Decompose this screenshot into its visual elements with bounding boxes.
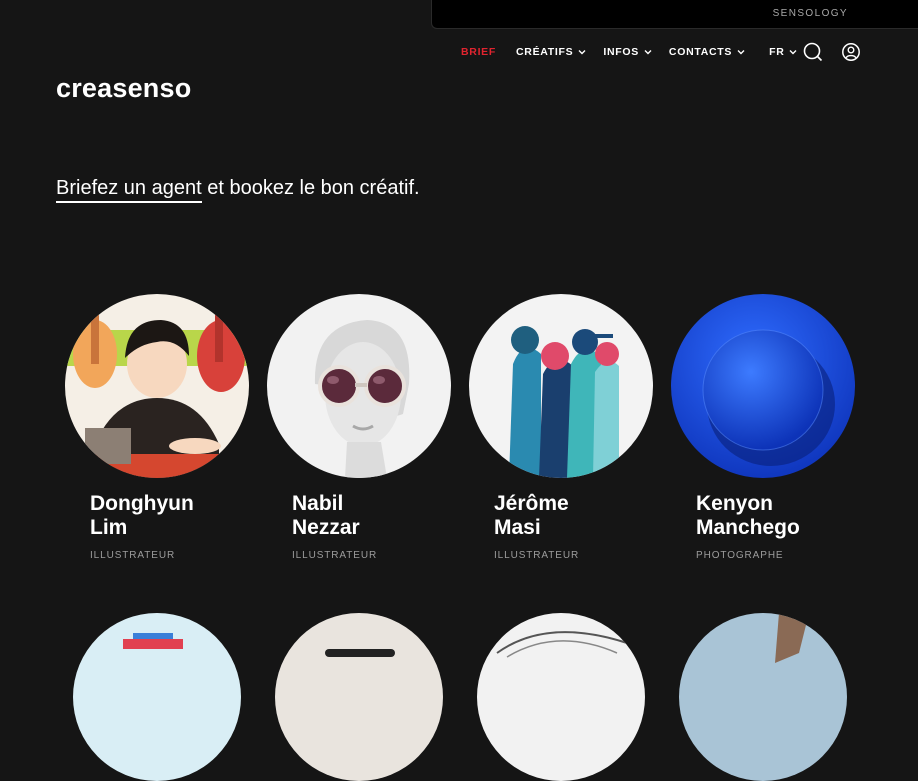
creative-avatar <box>469 294 653 478</box>
creative-name: Jérôme Masi <box>494 492 569 539</box>
brief-agent-link[interactable]: Briefez un agent <box>56 177 202 203</box>
creative-role: ILLUSTRATEUR <box>90 550 176 561</box>
chevron-down-icon <box>578 50 586 55</box>
creative-card[interactable]: Donghyun Lim ILLUSTRATEUR <box>65 294 249 561</box>
illustration-image <box>123 633 183 649</box>
nav-item-label: CONTACTS <box>668 46 733 58</box>
sensology-link[interactable]: SENSOLOGY <box>773 8 848 19</box>
blue-sphere-photo-image <box>671 294 855 478</box>
creative-role: PHOTOGRAPHE <box>696 550 784 561</box>
site-logo[interactable]: creasenso <box>56 73 191 104</box>
creative-avatar <box>267 294 451 478</box>
creative-name: Kenyon Manchego <box>696 492 800 539</box>
creative-role: ILLUSTRATEUR <box>292 550 378 561</box>
nav-item-label: INFOS <box>603 46 639 58</box>
nav-item-brief[interactable]: BRIEF <box>461 46 496 58</box>
creative-name: Nabil Nezzar <box>292 492 360 539</box>
creative-avatar-next-row[interactable] <box>679 613 847 781</box>
nav-item-contacts[interactable]: CONTACTS <box>669 46 745 58</box>
user-account-icon[interactable] <box>841 42 861 62</box>
nav-item-label: BRIEF <box>461 46 496 58</box>
creative-avatar-next-row[interactable] <box>477 613 645 781</box>
creative-role: ILLUSTRATEUR <box>494 550 580 561</box>
main-nav: BRIEF CRÉATIFS INFOS CONTACTS FR <box>461 44 797 60</box>
nav-item-infos[interactable]: INFOS <box>603 46 652 58</box>
creative-card[interactable]: Nabil Nezzar ILLUSTRATEUR <box>267 294 451 561</box>
chevron-down-icon <box>789 50 797 55</box>
creative-avatar-next-row[interactable] <box>73 613 241 781</box>
creative-avatar <box>671 294 855 478</box>
creative-avatar-next-row[interactable] <box>275 613 443 781</box>
group-figures-illustration-image <box>469 294 653 478</box>
chevron-down-icon <box>644 50 652 55</box>
language-label: FR <box>769 46 785 58</box>
nav-item-label: CRÉATIFS <box>516 46 574 58</box>
photo-image <box>775 613 809 663</box>
hero-tagline: Briefez un agent et bookez le bon créati… <box>56 177 420 203</box>
creative-name: Donghyun Lim <box>90 492 194 539</box>
chevron-down-icon <box>737 50 745 55</box>
creative-avatar <box>65 294 249 478</box>
language-selector[interactable]: FR <box>769 46 797 58</box>
search-icon[interactable] <box>803 42 823 62</box>
sketch-image <box>496 631 628 658</box>
photo-image <box>325 649 395 657</box>
creative-card[interactable]: Kenyon Manchego PHOTOGRAPHE <box>671 294 855 561</box>
nav-item-creatifs[interactable]: CRÉATIFS <box>516 46 586 58</box>
woman-sunglasses-portrait-image <box>267 294 451 478</box>
top-utility-bar: SENSOLOGY <box>431 0 918 29</box>
illustration-portrait-image <box>65 294 249 478</box>
tagline-text: et bookez le bon créatif. <box>201 177 420 199</box>
creative-card[interactable]: Jérôme Masi ILLUSTRATEUR <box>469 294 653 561</box>
